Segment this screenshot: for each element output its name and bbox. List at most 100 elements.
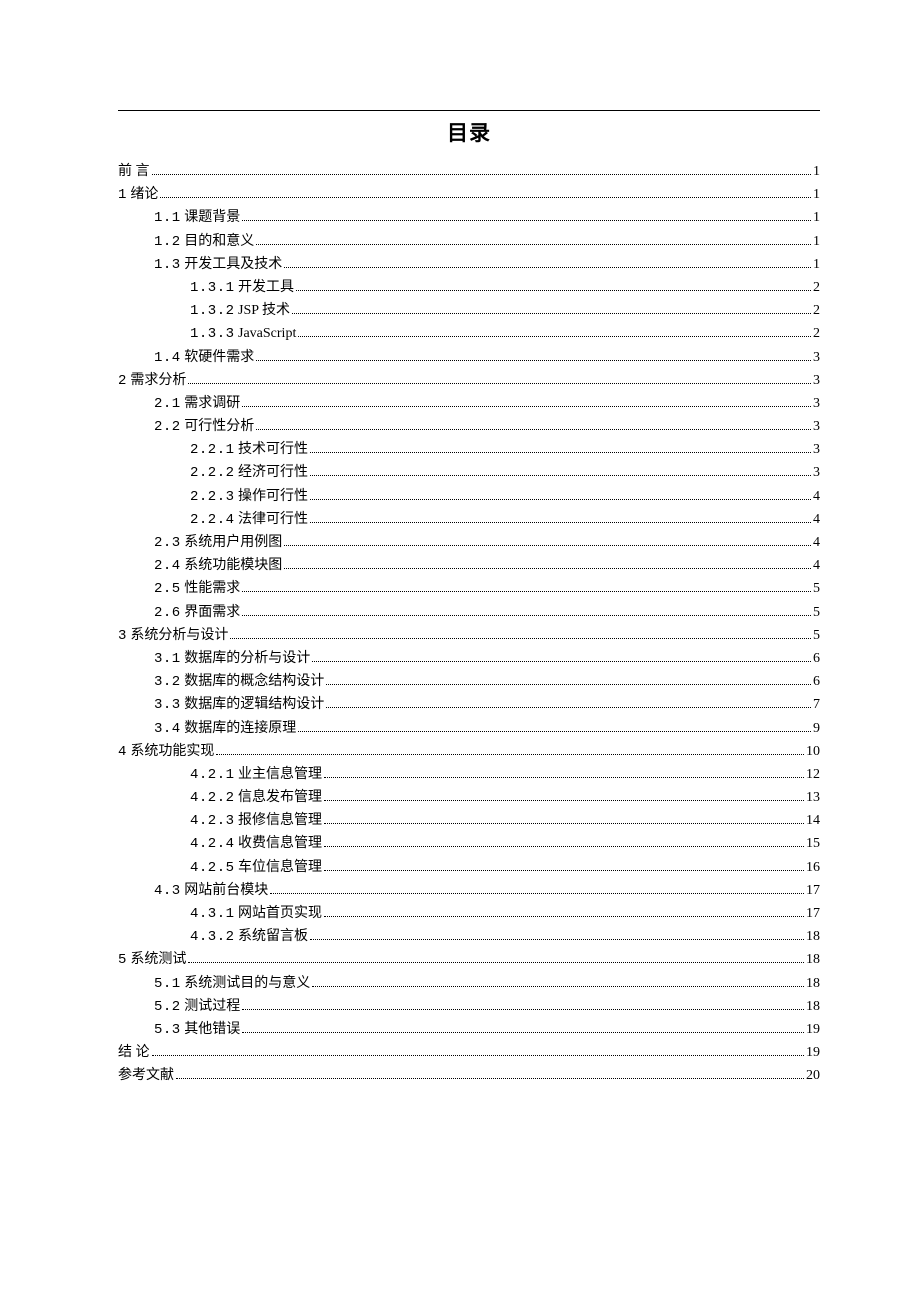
toc-leader-dots: [188, 962, 804, 963]
toc-entry: 结 论19: [118, 1046, 820, 1060]
toc-entry-label: 参考文献: [118, 1069, 174, 1083]
toc-entry: 2.1 需求调研 3: [154, 397, 820, 411]
toc-entry-label: 4 系统功能实现: [118, 745, 214, 759]
toc-entry-page: 3: [813, 374, 820, 388]
toc-entry: 3.1 数据库的分析与设计 6: [154, 652, 820, 666]
toc-entry-page: 3: [813, 420, 820, 434]
toc-leader-dots: [310, 475, 811, 476]
toc-leader-dots: [312, 661, 811, 662]
toc-leader-dots: [298, 731, 811, 732]
toc-leader-dots: [310, 499, 811, 500]
toc-entry-page: 19: [806, 1023, 820, 1037]
toc-entry: 2 需求分析 3: [118, 374, 820, 388]
toc-leader-dots: [256, 360, 811, 361]
toc-leader-dots: [256, 244, 811, 245]
toc-entry-page: 2: [813, 281, 820, 295]
toc-entry: 3.4 数据库的连接原理 9: [154, 722, 820, 736]
toc-entry-label: 1.3 开发工具及技术: [154, 258, 282, 272]
toc-entry-label: 2.6 界面需求: [154, 606, 240, 620]
toc-entry: 4.3 网站前台模块17: [154, 884, 820, 898]
toc-entry: 1.3.1 开发工具 2: [190, 281, 820, 295]
toc-entry-page: 1: [813, 165, 820, 179]
toc-entry-label: 2.4 系统功能模块图: [154, 559, 282, 573]
toc-entry: 2.3 系统用户用例图4: [154, 536, 820, 550]
toc-entry-page: 17: [806, 884, 820, 898]
toc-entry-label: 1.3.3 JavaScript: [190, 327, 296, 341]
toc-entry-page: 1: [813, 211, 820, 225]
toc-leader-dots: [270, 893, 804, 894]
toc-entry-label: 4.2.3 报修信息管理: [190, 814, 322, 828]
toc-entry-label: 1.3.1 开发工具: [190, 281, 294, 295]
toc-leader-dots: [242, 220, 811, 221]
toc-entry: 5 系统测试18: [118, 953, 820, 967]
toc-entry: 1.3.2 JSP 技术2: [190, 304, 820, 318]
toc-entry: 4.3.1 网站首页实现17: [190, 907, 820, 921]
toc-entry-page: 18: [806, 930, 820, 944]
toc-entry: 2.2.1 技术可行性3: [190, 443, 820, 457]
toc-entry: 4.2.4 收费信息管理15: [190, 837, 820, 851]
toc-entry-label: 1 绪论: [118, 188, 158, 202]
toc-entry-page: 20: [806, 1069, 820, 1083]
toc-entry-page: 3: [813, 466, 820, 480]
toc-entry-label: 1.3.2 JSP 技术: [190, 304, 290, 318]
toc-leader-dots: [324, 846, 804, 847]
toc-entry-page: 4: [813, 490, 820, 504]
toc-entry: 2.2 可行性分析 3: [154, 420, 820, 434]
toc-entry-label: 2.2.2 经济可行性: [190, 466, 308, 480]
toc-entry-label: 1.2 目的和意义: [154, 235, 254, 249]
toc-entry-label: 4.2.5 车位信息管理: [190, 861, 322, 875]
toc-leader-dots: [324, 800, 804, 801]
toc-entry-page: 6: [813, 652, 820, 666]
toc-entry-label: 4.2.2 信息发布管理: [190, 791, 322, 805]
toc-entry: 1.1 课题背景 1: [154, 211, 820, 225]
toc-entry-page: 3: [813, 397, 820, 411]
toc-entry-label: 2.2.3 操作可行性: [190, 490, 308, 504]
toc-entry-page: 16: [806, 861, 820, 875]
toc-leader-dots: [230, 638, 811, 639]
toc-entry: 2.4 系统功能模块图4: [154, 559, 820, 573]
toc-leader-dots: [324, 870, 804, 871]
toc-entry: 前 言 1: [118, 165, 820, 179]
toc-entry: 1 绪论 1: [118, 188, 820, 202]
toc-entry-label: 1.1 课题背景: [154, 211, 240, 225]
toc-entry-page: 2: [813, 327, 820, 341]
toc-entry-label: 2.2.1 技术可行性: [190, 443, 308, 457]
toc-entry-page: 9: [813, 722, 820, 736]
toc-leader-dots: [152, 1055, 805, 1056]
toc-entry-label: 前 言: [118, 165, 150, 179]
toc-entry-page: 10: [806, 745, 820, 759]
toc-entry-label: 5.3 其他错误: [154, 1023, 240, 1037]
toc-entry-page: 1: [813, 188, 820, 202]
toc-leader-dots: [242, 1009, 804, 1010]
toc-leader-dots: [298, 336, 811, 337]
toc-entry-label: 2.5 性能需求: [154, 582, 240, 596]
toc-entry: 4.2.3 报修信息管理14: [190, 814, 820, 828]
toc-entry-label: 5 系统测试: [118, 953, 186, 967]
toc-entry: 1.2 目的和意义1: [154, 235, 820, 249]
toc-entry-label: 3.4 数据库的连接原理: [154, 722, 296, 736]
toc-leader-dots: [296, 290, 811, 291]
toc-entry-label: 2.2 可行性分析: [154, 420, 254, 434]
toc-leader-dots: [188, 383, 811, 384]
toc-entry-page: 19: [806, 1046, 820, 1060]
toc-entry-label: 1.4 软硬件需求: [154, 351, 254, 365]
toc-entry-page: 18: [806, 977, 820, 991]
toc-leader-dots: [312, 986, 804, 987]
toc-entry-label: 4.2.4 收费信息管理: [190, 837, 322, 851]
toc-title: 目录: [118, 117, 820, 147]
toc-leader-dots: [152, 174, 812, 175]
toc-entry-label: 2 需求分析: [118, 374, 186, 388]
table-of-contents: 前 言 1 1 绪论 1 1.1 课题背景 1 1.2 目的和意义1 1.3 开发工具及技术 1…: [118, 165, 820, 1083]
toc-entry-page: 5: [813, 606, 820, 620]
toc-entry: 2.2.4 法律可行性4: [190, 513, 820, 527]
toc-entry-label: 4.2.1 业主信息管理: [190, 768, 322, 782]
toc-entry-label: 4.3.2 系统留言板: [190, 930, 308, 944]
toc-leader-dots: [310, 939, 804, 940]
toc-entry-page: 12: [806, 768, 820, 782]
toc-leader-dots: [242, 591, 811, 592]
toc-entry-label: 2.1 需求调研: [154, 397, 240, 411]
toc-leader-dots: [284, 545, 811, 546]
toc-entry-label: 3 系统分析与设计: [118, 629, 228, 643]
toc-entry-label: 3.1 数据库的分析与设计: [154, 652, 310, 666]
toc-entry-page: 5: [813, 629, 820, 643]
